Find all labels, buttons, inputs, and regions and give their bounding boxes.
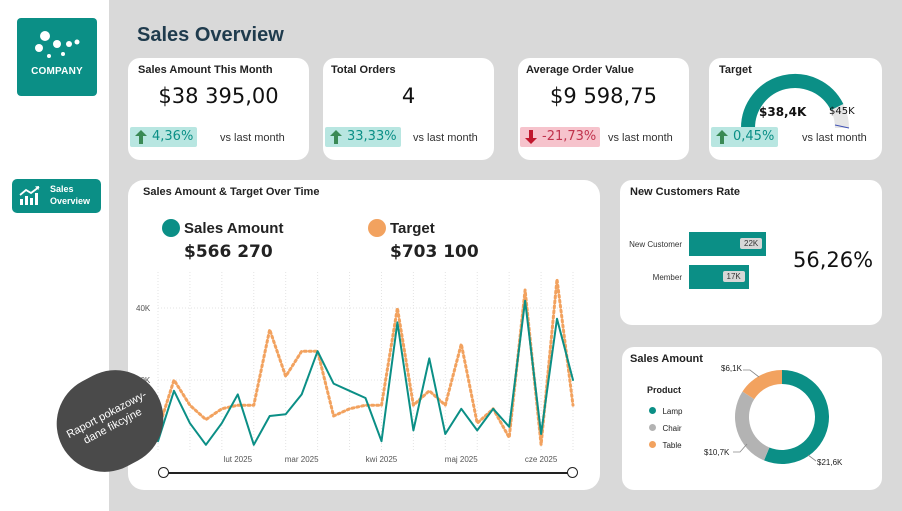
line-chart-plot: 40K20Klut 2025mar 2025kwi 2025maj 2025cz… bbox=[136, 272, 575, 464]
kpi-card-orders: Total Orders 4 33,33% vs last month bbox=[323, 58, 494, 160]
kpi-title: Average Order Value bbox=[526, 64, 634, 76]
slice-label-lamp: $21,6K bbox=[817, 458, 843, 467]
kpi-value: 4 bbox=[401, 84, 416, 108]
molecule-icon bbox=[35, 31, 80, 58]
card-title: New Customers Rate bbox=[630, 186, 741, 198]
donut-slice-chair bbox=[735, 391, 770, 461]
leader-line-lamp bbox=[807, 454, 817, 462]
arrow-up-icon bbox=[135, 130, 147, 144]
x-tick-label: maj 2025 bbox=[445, 455, 478, 464]
kpi-delta-badge: 33,33% bbox=[325, 127, 401, 147]
kpi-delta-badge: 0,45% bbox=[711, 127, 779, 147]
arrow-up-icon bbox=[716, 130, 728, 144]
kpi-title: Sales Amount This Month bbox=[138, 64, 273, 76]
sales-target-line-chart-card: Sales Amount & Target Over Time Sales Am… bbox=[128, 180, 600, 490]
chart-up-icon bbox=[19, 186, 40, 205]
kpi-card-average-order-value: Average Order Value $9 598,75 -21,73% vs… bbox=[518, 58, 689, 160]
date-range-start-handle[interactable] bbox=[158, 467, 169, 478]
new-customers-rate-card: New Customers Rate New Customer 22K Memb… bbox=[620, 180, 882, 325]
slice-label-table: $6,1K bbox=[721, 364, 742, 373]
kpi-title: Total Orders bbox=[331, 64, 396, 76]
gauge-goal: $45K bbox=[829, 106, 855, 117]
x-tick-label: kwi 2025 bbox=[366, 455, 398, 464]
arrow-down-icon bbox=[525, 130, 537, 144]
x-tick-label: cze 2025 bbox=[525, 455, 558, 464]
kpi-vs-label: vs last month bbox=[413, 132, 478, 144]
bar-label-new-customer: New Customer bbox=[629, 240, 682, 249]
page-title: Sales Overview bbox=[137, 24, 284, 46]
y-tick-label: 40K bbox=[136, 304, 151, 313]
kpi-card-target: Target $38,4K $45K 0,45% vs last month bbox=[709, 58, 882, 160]
sales-amount-donut-card: Sales Amount Product Lamp Chair Table $6… bbox=[622, 347, 882, 490]
company-logo: COMPANY bbox=[17, 18, 97, 96]
kpi-vs-label: vs last month bbox=[802, 132, 867, 144]
arrow-up-icon bbox=[330, 130, 342, 144]
kpi-value: $38 395,00 bbox=[158, 84, 279, 108]
kpi-value: $9 598,75 bbox=[550, 84, 657, 108]
x-tick-label: lut 2025 bbox=[224, 455, 253, 464]
donut-slice-table bbox=[742, 370, 782, 400]
kpi-vs-label: vs last month bbox=[608, 132, 673, 144]
date-range-slider-track[interactable] bbox=[163, 472, 573, 474]
bar-tag-member: 17K bbox=[722, 271, 745, 282]
kpi-delta-badge: -21,73% bbox=[520, 127, 601, 147]
kpi-card-sales: Sales Amount This Month $38 395,00 4,36%… bbox=[128, 58, 309, 160]
date-range-end-handle[interactable] bbox=[567, 467, 578, 478]
new-customers-rate-value: 56,26% bbox=[793, 248, 874, 272]
bar-tag-new-customer: 22K bbox=[740, 238, 763, 249]
kpi-vs-label: vs last month bbox=[220, 132, 285, 144]
logo-text: COMPANY bbox=[31, 66, 83, 77]
nav-sales-overview-button[interactable]: Sales Overview bbox=[12, 179, 101, 213]
bar-label-member: Member bbox=[652, 273, 682, 282]
kpi-delta-badge: 4,36% bbox=[130, 127, 198, 147]
gauge-value: $38,4K bbox=[759, 105, 807, 119]
donut-chart bbox=[733, 369, 829, 464]
slice-label-chair: $10,7K bbox=[704, 448, 730, 457]
target-gauge bbox=[741, 74, 850, 129]
leader-line-table bbox=[743, 369, 760, 378]
nav-label: Sales Overview bbox=[50, 184, 91, 206]
x-tick-label: mar 2025 bbox=[285, 455, 319, 464]
